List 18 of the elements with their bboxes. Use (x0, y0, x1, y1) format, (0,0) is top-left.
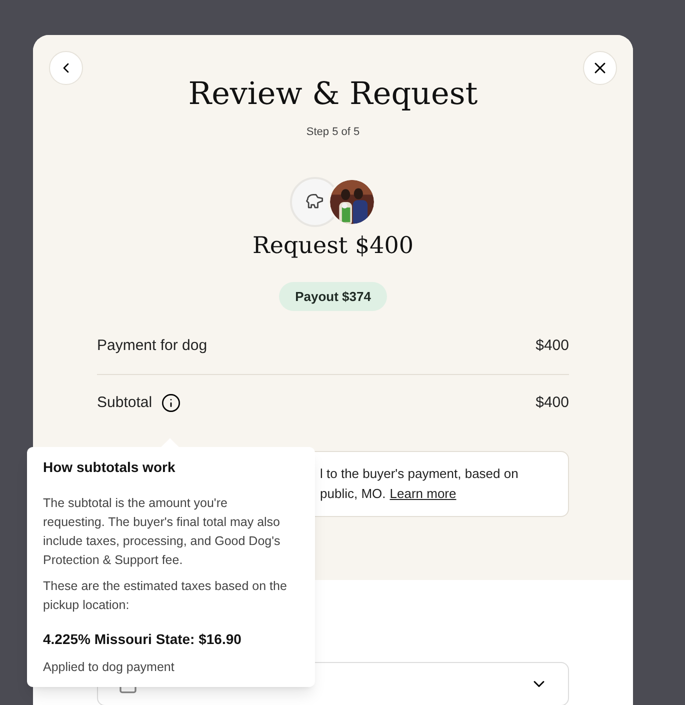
line-item-label: Payment for dog (97, 336, 208, 356)
learn-more-link[interactable]: Learn more (390, 484, 456, 504)
notice-text: public, MO. (320, 485, 386, 503)
info-icon[interactable] (161, 393, 182, 413)
request-amount: Request $400 (252, 232, 414, 261)
page-title: Review & Request (188, 75, 478, 114)
line-item-amount: $400 (536, 336, 569, 356)
tooltip-text: These are the estimated taxes based on the pickup location: (43, 578, 288, 614)
close-button[interactable] (583, 51, 617, 85)
tax-note: Applied to dog payment (43, 659, 176, 676)
line-item-label: Subtotal (97, 392, 152, 413)
payout-badge: Payout $374 (279, 282, 387, 311)
tooltip-title: How subtotals work (43, 458, 176, 477)
tax-line: 4.225% Missouri State: $16.90 (43, 630, 242, 649)
notice-text: l to the buyer's payment, based on (320, 465, 520, 483)
line-item-amount: $400 (536, 392, 569, 413)
step-indicator: Step 5 of 5 (306, 124, 360, 140)
tooltip-text: The subtotal is the amount you're requesting. The buyer's final total may also include taxes, processing, and Good Dog's Protection & Support fee. (43, 495, 282, 569)
